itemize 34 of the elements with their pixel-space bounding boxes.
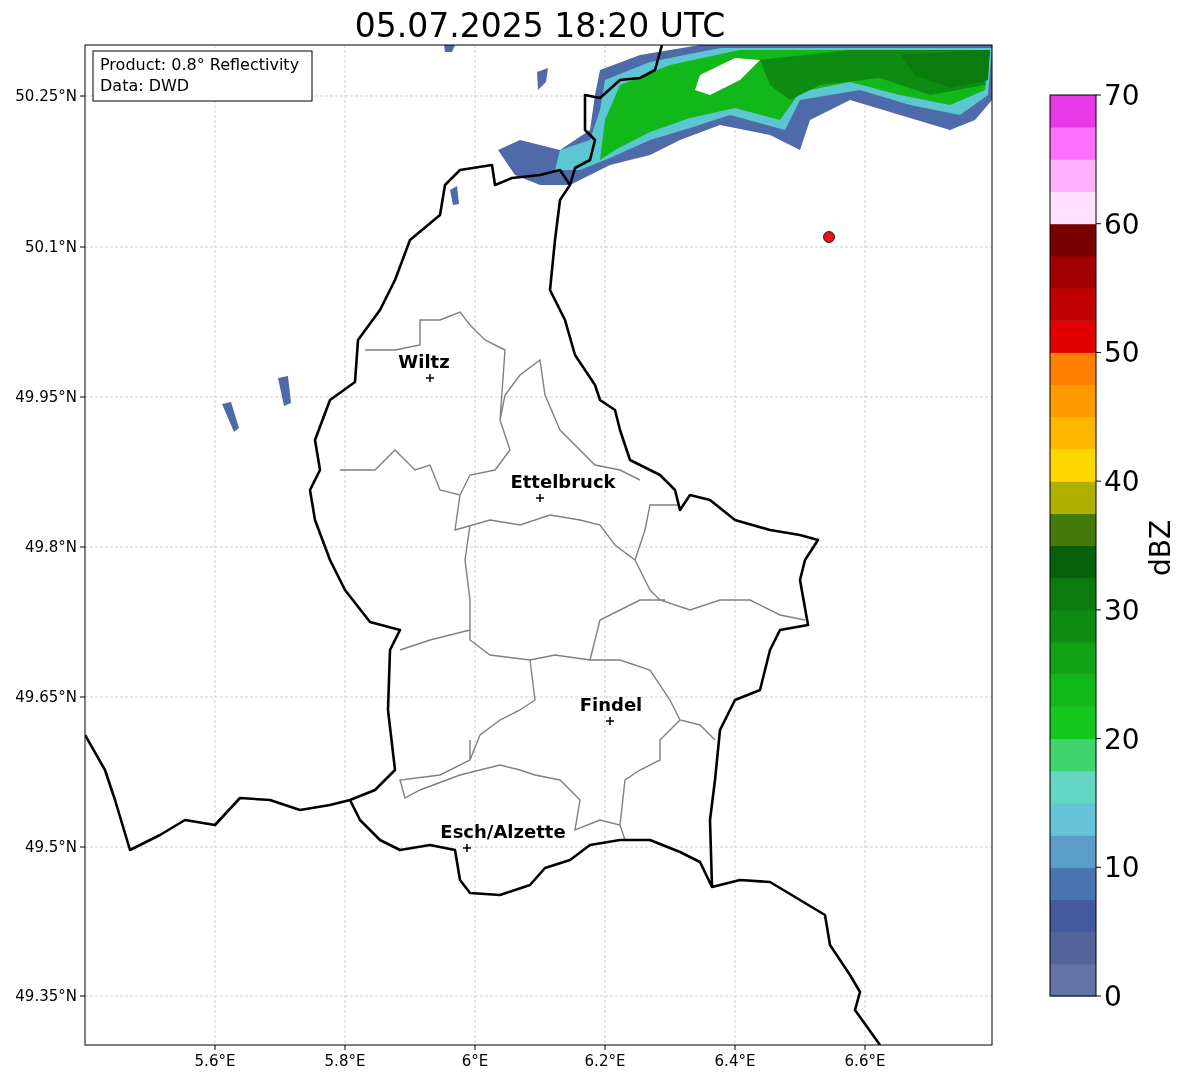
axis-tick-label: 6.6°E (844, 1052, 886, 1070)
radar-site-marker-icon (823, 231, 835, 243)
axis-tick-label: 49.95°N (15, 388, 77, 406)
colorbar-tick-label: 20 (1104, 722, 1140, 756)
colorbar-tick-label: 10 (1104, 851, 1140, 885)
legend-text: Data: DWD (100, 76, 190, 95)
axis-tick-label: 5.8°E (324, 1052, 366, 1070)
city-marker-icon (462, 843, 472, 853)
axis-tick-label: 49.35°N (15, 987, 77, 1005)
axis-tick-label: 50.1°N (24, 238, 77, 256)
colorbar-tick-label: 0 (1104, 980, 1122, 1013)
city-label: Findel (579, 694, 643, 715)
axis-tick-label: 6.4°E (714, 1052, 756, 1070)
city-label: Wiltz (398, 351, 450, 372)
axis-tick-label: 49.65°N (15, 688, 77, 706)
colorbar-tick-label: 60 (1104, 207, 1140, 241)
axis-tick-label: 49.8°N (24, 538, 77, 556)
axis-tick-label: 5.6°E (194, 1052, 236, 1070)
colorbar-label: dBZ (1144, 519, 1177, 577)
city-marker-icon (535, 493, 545, 503)
colorbar-tick-label: 30 (1104, 593, 1140, 627)
city-marker-icon (425, 373, 435, 383)
city-label: Ettelbruck (510, 471, 616, 492)
colorbar-tick-label: 50 (1104, 336, 1140, 370)
axis-tick-label: 6.2°E (584, 1052, 626, 1070)
axis-tick-label: 50.25°N (15, 87, 77, 105)
city-label: Esch/Alzette (440, 821, 566, 842)
legend-text: Product: 0.8° Reflectivity (100, 55, 300, 74)
axis-tick-label: 6°E (461, 1052, 489, 1070)
colorbar-tick-label: 40 (1104, 465, 1140, 499)
colorbar-tick-label: 70 (1104, 79, 1140, 112)
chart-title: 05.07.2025 18:20 UTC (354, 6, 726, 45)
city-marker-icon (605, 716, 615, 726)
axis-tick-label: 49.5°N (24, 838, 77, 856)
